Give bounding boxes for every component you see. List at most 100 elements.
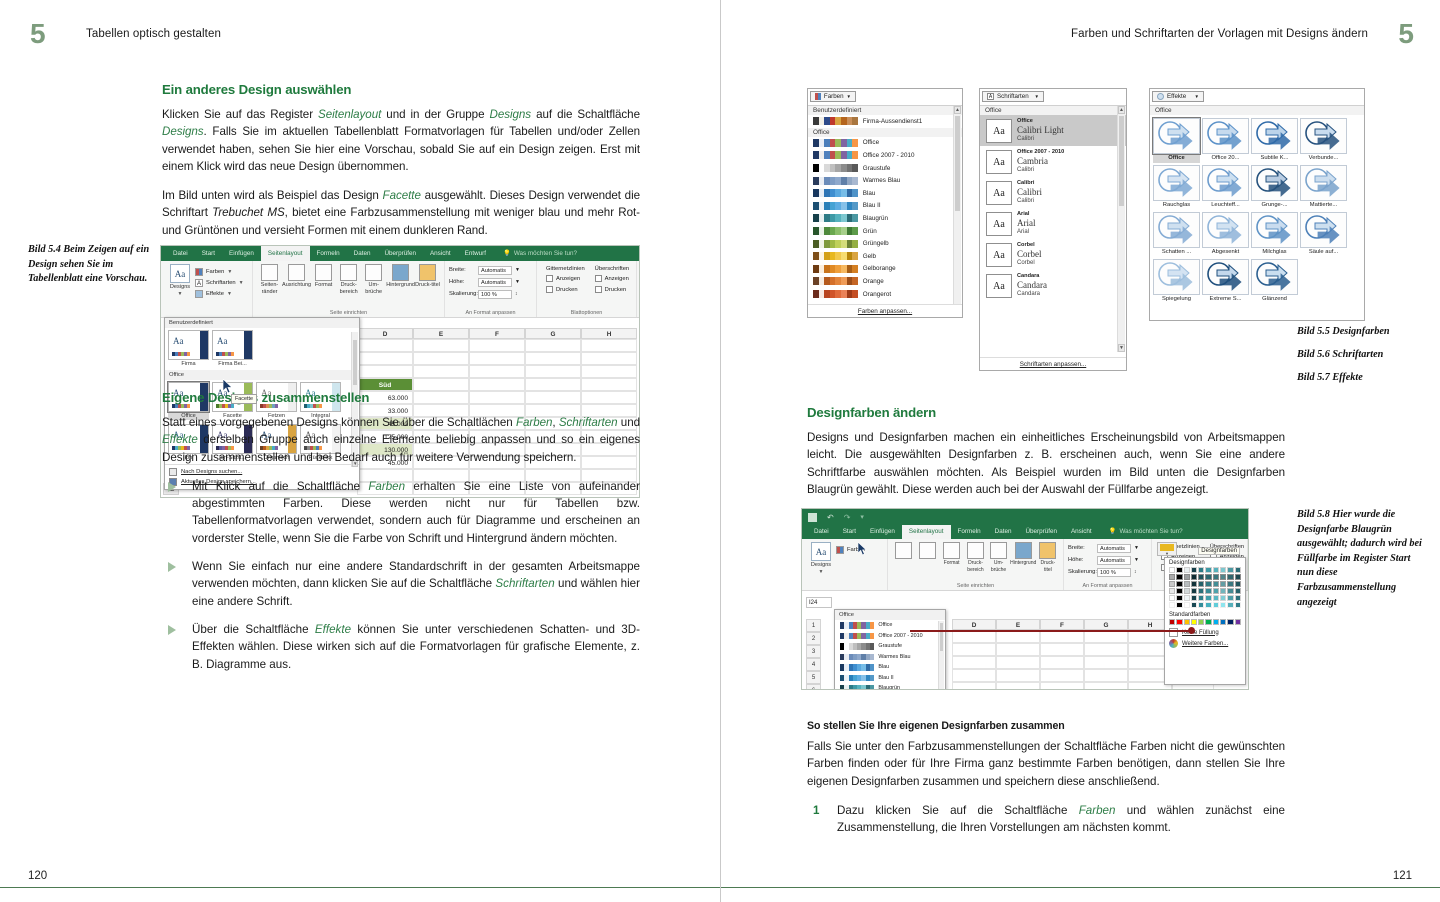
excel-ribbon-tabs[interactable]: Datei Start Einfügen Seitenlayout Formel… bbox=[161, 246, 639, 261]
color-swatch[interactable] bbox=[1184, 602, 1190, 608]
skalierung-field[interactable]: Skalierung:100 %↕ bbox=[1068, 566, 1139, 578]
tell-me-box[interactable]: 💡Was möchten Sie tun? bbox=[1099, 525, 1190, 539]
excel-ribbon-tabs-2[interactable]: Datei Start Einfügen Seitenlayout Formel… bbox=[802, 525, 1248, 539]
theme-thumb-firma[interactable]: Aa Firma bbox=[168, 330, 209, 368]
color-swatch[interactable] bbox=[1220, 581, 1226, 587]
theme-thumb-firma-bei[interactable]: Aa Firma Bei... bbox=[212, 330, 253, 368]
tab-daten[interactable]: Daten bbox=[988, 525, 1019, 539]
color-swatch[interactable] bbox=[1235, 574, 1241, 580]
effekt-item-grunge-[interactable]: Grunge-... bbox=[1251, 165, 1298, 210]
tab-ansicht[interactable]: Ansicht bbox=[423, 246, 458, 261]
effekt-item-office-20-[interactable]: Office 20... bbox=[1202, 118, 1249, 163]
color-swatch[interactable] bbox=[1205, 588, 1211, 594]
farben-item-orangerot[interactable]: Orangerot bbox=[808, 288, 962, 301]
effekt-item-schatten-[interactable]: Schatten ... bbox=[1153, 212, 1200, 257]
color-swatch[interactable] bbox=[1205, 602, 1211, 608]
gitternetzlinien-drucken[interactable]: Drucken bbox=[546, 284, 585, 295]
color-swatch[interactable] bbox=[1184, 588, 1190, 594]
color-swatch[interactable] bbox=[1235, 567, 1241, 573]
tab-start[interactable]: Start bbox=[836, 525, 863, 539]
standard-color-swatch[interactable] bbox=[1220, 619, 1226, 625]
tab-entwurf[interactable]: Entwurf bbox=[458, 246, 493, 261]
color-swatch[interactable] bbox=[1191, 595, 1197, 601]
column-header-g[interactable]: G bbox=[1084, 619, 1128, 630]
schriftarten-anpassen-item[interactable]: Schriftarten anpassen... bbox=[980, 357, 1126, 370]
ueberschriften-anzeigen[interactable]: Anzeigen bbox=[595, 273, 629, 284]
effekt-item-s-ule-auf-[interactable]: Säule auf... bbox=[1300, 212, 1347, 257]
color-swatch[interactable] bbox=[1176, 567, 1182, 573]
schriftart-item-office-2007-2010[interactable]: AaOffice 2007 - 2010CambriaCalibri bbox=[980, 146, 1126, 177]
tab-datei[interactable]: Datei bbox=[166, 246, 195, 261]
standard-color-swatch[interactable] bbox=[1235, 619, 1241, 625]
effekte-item-grid[interactable]: OfficeOffice 20...Subtile K...Verbunde..… bbox=[1150, 115, 1362, 307]
standard-color-swatch[interactable] bbox=[1213, 619, 1219, 625]
color-swatch[interactable] bbox=[1220, 588, 1226, 594]
farben-item-warmes-blau[interactable]: Warmes Blau bbox=[808, 174, 962, 187]
farben-dropdown-panel[interactable]: Farben▼ Benutzerdefiniert Firma-Aussendi… bbox=[807, 88, 963, 318]
color-swatch[interactable] bbox=[1220, 574, 1226, 580]
fill-color-button[interactable]: ▾ bbox=[1157, 542, 1177, 556]
color-swatch[interactable] bbox=[1227, 602, 1233, 608]
color-swatch[interactable] bbox=[1184, 581, 1190, 587]
tab-formeln[interactable]: Formeln bbox=[951, 525, 988, 539]
customize-icon[interactable]: ▾ bbox=[860, 513, 864, 521]
effekt-item-mattierte-[interactable]: Mattierte... bbox=[1300, 165, 1347, 210]
breite-field[interactable]: Breite:Automatis▼ bbox=[449, 264, 520, 276]
farben-anpassen-item[interactable]: Farben anpassen... bbox=[808, 304, 962, 317]
effekte-dropdown-panel[interactable]: Effekte▼ Office OfficeOffice 20...Subtil… bbox=[1149, 88, 1365, 321]
farben-item-office[interactable]: Office bbox=[808, 137, 962, 150]
color-swatch[interactable] bbox=[1227, 588, 1233, 594]
column-header-d[interactable]: D bbox=[952, 619, 996, 630]
standard-color-swatch[interactable] bbox=[1169, 619, 1175, 625]
effekt-item-gl-nzend[interactable]: Glänzend bbox=[1251, 259, 1298, 304]
effekt-item-verbunde-[interactable]: Verbunde... bbox=[1300, 118, 1347, 163]
standard-color-swatch[interactable] bbox=[1198, 619, 1204, 625]
scroll-up-arrow-icon[interactable]: ▲ bbox=[1118, 106, 1125, 114]
save-icon[interactable] bbox=[808, 513, 817, 522]
breite-field[interactable]: Breite:Automatis▼ bbox=[1068, 542, 1139, 554]
row-header-5[interactable]: 5 bbox=[806, 671, 821, 684]
tab-ansicht[interactable]: Ansicht bbox=[1064, 525, 1099, 539]
designs-button[interactable]: Aa Designs ▼ bbox=[806, 541, 836, 590]
tab-einfuegen[interactable]: Einfügen bbox=[222, 246, 261, 261]
color-swatch[interactable] bbox=[1169, 588, 1175, 594]
tab-seitenlayout[interactable]: Seitenlayout bbox=[902, 525, 951, 539]
color-swatch[interactable] bbox=[1184, 595, 1190, 601]
column-header-e[interactable]: E bbox=[413, 328, 469, 339]
column-header-f[interactable]: F bbox=[469, 328, 525, 339]
farben-item-gelborange[interactable]: Gelborange bbox=[808, 263, 962, 276]
umbrueche-button[interactable]: Um-brüche bbox=[361, 263, 386, 317]
color-swatch[interactable] bbox=[1176, 588, 1182, 594]
scroll-thumb[interactable] bbox=[1119, 116, 1124, 206]
color-swatch[interactable] bbox=[1176, 581, 1182, 587]
designs-button[interactable]: Aa Designs ▼ bbox=[165, 263, 195, 317]
standard-color-swatch[interactable] bbox=[1191, 619, 1197, 625]
color-swatch[interactable] bbox=[1184, 567, 1190, 573]
effekt-item-leuchteff-[interactable]: Leuchteff... bbox=[1202, 165, 1249, 210]
farben58-item-warmes-blau[interactable]: Warmes Blau bbox=[835, 652, 945, 663]
effekt-item-office[interactable]: Office bbox=[1153, 118, 1200, 163]
fuellfarbe-popup[interactable]: ▾ Designfarben Standardfarben Keine Füll… bbox=[1164, 557, 1246, 685]
scroll-down-arrow-icon[interactable]: ▼ bbox=[1118, 344, 1125, 352]
color-swatch[interactable] bbox=[1220, 595, 1226, 601]
farben58-item-office-2007-2010[interactable]: Office 2007 - 2010 bbox=[835, 631, 945, 642]
druckbereich-button[interactable]: Druck-bereich bbox=[336, 263, 361, 317]
effekt-item-abgesenkt[interactable]: Abgesenkt bbox=[1202, 212, 1249, 257]
farben-item-office-2007-2010[interactable]: Office 2007 - 2010 bbox=[808, 149, 962, 162]
color-swatch[interactable] bbox=[1205, 567, 1211, 573]
effekte-button[interactable]: Effekte▼ bbox=[195, 288, 244, 299]
schriftart-item-corbel[interactable]: AaCorbelCorbelCorbel bbox=[980, 239, 1126, 270]
tab-daten[interactable]: Daten bbox=[347, 246, 378, 261]
tab-ueberpruefen[interactable]: Überprüfen bbox=[377, 246, 423, 261]
column-header-d[interactable]: D bbox=[357, 328, 413, 339]
color-swatch[interactable] bbox=[1213, 588, 1219, 594]
farben-item-list[interactable]: OfficeOffice 2007 - 2010GraustufeWarmes … bbox=[808, 137, 962, 301]
color-swatch[interactable] bbox=[1205, 581, 1211, 587]
farben-item-firma[interactable]: Firma-Aussendienst1 bbox=[808, 115, 962, 128]
farben-item-gr-n[interactable]: Grün bbox=[808, 225, 962, 238]
color-swatch[interactable] bbox=[1235, 588, 1241, 594]
tell-me-box[interactable]: 💡Was möchten Sie tun? bbox=[493, 246, 584, 261]
color-swatch[interactable] bbox=[1213, 574, 1219, 580]
farben-item-gr-ngelb[interactable]: Grüngelb bbox=[808, 237, 962, 250]
skalierung-field[interactable]: Skalierung:100 %↕ bbox=[449, 288, 520, 300]
